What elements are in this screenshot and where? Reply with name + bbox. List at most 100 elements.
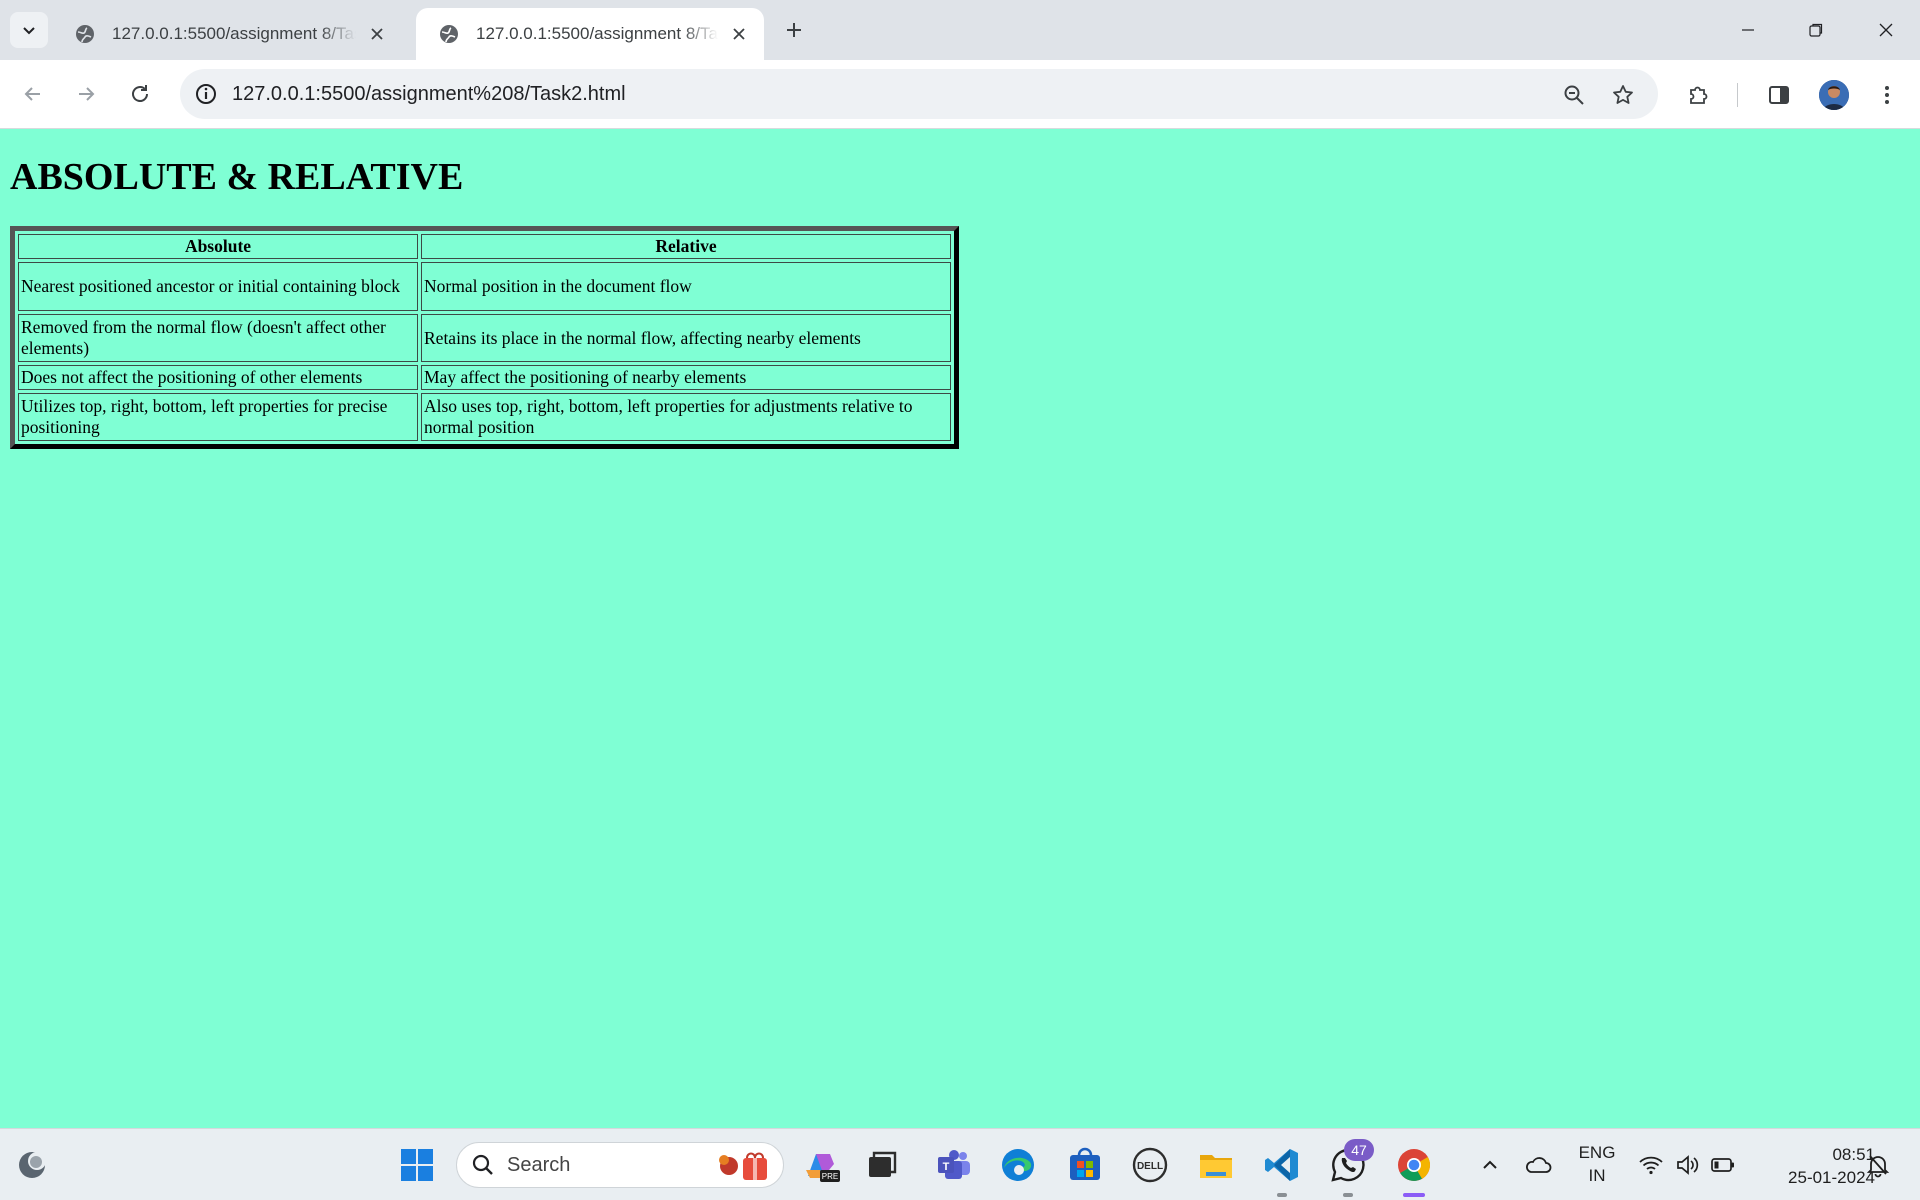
- task-view-icon: [869, 1151, 897, 1177]
- teams-app[interactable]: T: [934, 1145, 974, 1185]
- svg-text:DELL: DELL: [1137, 1161, 1163, 1172]
- vscode-icon: [1265, 1149, 1298, 1181]
- plus-icon: [787, 23, 801, 37]
- copilot-icon: PRE: [806, 1154, 840, 1182]
- table-cell-relative: May affect the positioning of nearby ele…: [421, 365, 951, 390]
- close-tab-icon[interactable]: [728, 23, 750, 45]
- table-cell-relative: Retains its place in the normal flow, af…: [421, 314, 951, 362]
- extensions-button[interactable]: [1685, 81, 1713, 109]
- bell-icon: [1866, 1155, 1890, 1178]
- taskbar-search[interactable]: Search: [456, 1142, 784, 1188]
- restore-icon: [1809, 23, 1823, 37]
- region-code: IN: [1588, 1166, 1606, 1185]
- more-vertical-icon: [1885, 86, 1889, 104]
- cloud-icon: [1526, 1157, 1552, 1173]
- copilot-app[interactable]: PRE: [801, 1145, 841, 1185]
- language-code: ENG: [1578, 1143, 1616, 1162]
- file-explorer-app[interactable]: [1196, 1145, 1236, 1185]
- battery-button[interactable]: [1703, 1145, 1743, 1185]
- svg-text:T: T: [943, 1161, 950, 1173]
- network-button[interactable]: [1631, 1145, 1671, 1185]
- search-icon: [472, 1154, 493, 1175]
- page-title: ABSOLUTE & RELATIVE: [10, 156, 464, 198]
- menu-button[interactable]: [1873, 81, 1901, 109]
- page-content: ABSOLUTE & RELATIVE Absolute Relative Ne…: [0, 129, 1920, 1128]
- reload-button[interactable]: [121, 75, 159, 113]
- address-bar[interactable]: 127.0.0.1:5500/assignment%208/Task2.html: [180, 69, 1658, 119]
- profile-avatar[interactable]: [1819, 80, 1849, 110]
- minimize-icon: [1742, 29, 1754, 31]
- active-indicator: [1403, 1193, 1425, 1197]
- column-header-absolute: Absolute: [18, 234, 418, 259]
- tab-title: 127.0.0.1:5500/assignment 8/Task2.html: [476, 24, 718, 43]
- chevron-up-icon: [1483, 1160, 1497, 1169]
- side-panel-button[interactable]: [1765, 81, 1793, 109]
- clock-date: 25-01-2024: [1788, 1168, 1875, 1187]
- star-icon: [1613, 85, 1633, 104]
- tab-task2[interactable]: 127.0.0.1:5500/assignment 8/Task2.html: [416, 8, 764, 60]
- table-row: Utilizes top, right, bottom, left proper…: [18, 393, 951, 441]
- table-row: Removed from the normal flow (doesn't af…: [18, 314, 951, 362]
- battery-icon: [1711, 1158, 1734, 1172]
- table-cell-absolute: Removed from the normal flow (doesn't af…: [18, 314, 418, 362]
- arrow-right-icon: [79, 87, 95, 101]
- start-button[interactable]: [397, 1145, 437, 1185]
- clock[interactable]: 08:51 25-01-2024: [1755, 1143, 1875, 1189]
- side-panel-icon: [1769, 86, 1789, 104]
- close-window-button[interactable]: [1866, 14, 1906, 46]
- forward-button[interactable]: [67, 75, 105, 113]
- minimize-button[interactable]: [1728, 14, 1768, 46]
- dell-app[interactable]: DELL: [1130, 1145, 1170, 1185]
- folder-icon: [1200, 1155, 1232, 1178]
- tab-search-button[interactable]: [10, 12, 48, 48]
- store-app[interactable]: [1065, 1145, 1105, 1185]
- chrome-app[interactable]: [1394, 1145, 1434, 1185]
- chevron-down-icon: [23, 27, 35, 35]
- bookmark-button[interactable]: [1610, 82, 1636, 108]
- zoom-button[interactable]: [1561, 82, 1587, 108]
- clock-time: 08:51: [1832, 1145, 1875, 1164]
- gift-icon: [719, 1152, 767, 1180]
- table-cell-absolute: Nearest positioned ancestor or initial c…: [18, 262, 418, 311]
- edge-icon: [1002, 1149, 1034, 1181]
- onedrive-button[interactable]: [1518, 1145, 1558, 1185]
- globe-icon: [76, 25, 94, 43]
- restore-button[interactable]: [1796, 14, 1836, 46]
- file-explorer-dark-app[interactable]: [862, 1145, 902, 1185]
- show-hidden-icons-button[interactable]: [1470, 1145, 1510, 1185]
- column-header-relative: Relative: [421, 234, 951, 259]
- new-tab-button[interactable]: [780, 16, 808, 44]
- comparison-table: Absolute Relative Nearest positioned anc…: [10, 226, 959, 449]
- volume-button[interactable]: [1667, 1145, 1707, 1185]
- wifi-icon: [1639, 1156, 1663, 1175]
- taskbar: Search PRE T DELL 47 ENG IN 08:51 25-01-…: [0, 1128, 1920, 1200]
- table-cell-relative: Normal position in the document flow: [421, 262, 951, 311]
- puzzle-icon: [1690, 86, 1708, 104]
- store-icon: [1070, 1147, 1100, 1180]
- chrome-icon: [1398, 1149, 1430, 1181]
- running-indicator: [1343, 1193, 1353, 1197]
- search-label: Search: [507, 1153, 571, 1176]
- toolbar-divider: [1737, 83, 1738, 107]
- notification-center-button[interactable]: [1858, 1145, 1898, 1185]
- windows-logo-icon: [401, 1149, 433, 1181]
- language-indicator[interactable]: ENG IN: [1572, 1141, 1622, 1187]
- close-tab-icon[interactable]: [366, 23, 388, 45]
- back-button[interactable]: [14, 75, 52, 113]
- address-text[interactable]: 127.0.0.1:5500/assignment%208/Task2.html: [232, 83, 626, 106]
- tab-title: 127.0.0.1:5500/assignment 8/Task1.html: [112, 24, 356, 43]
- vscode-app[interactable]: [1262, 1145, 1302, 1185]
- tab-strip: 127.0.0.1:5500/assignment 8/Task1.html 1…: [0, 0, 1920, 60]
- edge-app[interactable]: [998, 1145, 1038, 1185]
- weather-widget[interactable]: [12, 1145, 52, 1185]
- site-info-icon[interactable]: [194, 82, 218, 106]
- zoom-icon: [1564, 85, 1584, 105]
- avatar-icon: [1819, 80, 1849, 110]
- tab-task1[interactable]: 127.0.0.1:5500/assignment 8/Task1.html: [52, 8, 402, 60]
- weather-icon: [19, 1152, 46, 1178]
- volume-icon: [1677, 1155, 1699, 1175]
- dell-icon: DELL: [1132, 1147, 1168, 1183]
- browser-toolbar: 127.0.0.1:5500/assignment%208/Task2.html: [0, 60, 1920, 129]
- running-indicator: [1277, 1193, 1287, 1197]
- table-row: Nearest positioned ancestor or initial c…: [18, 262, 951, 311]
